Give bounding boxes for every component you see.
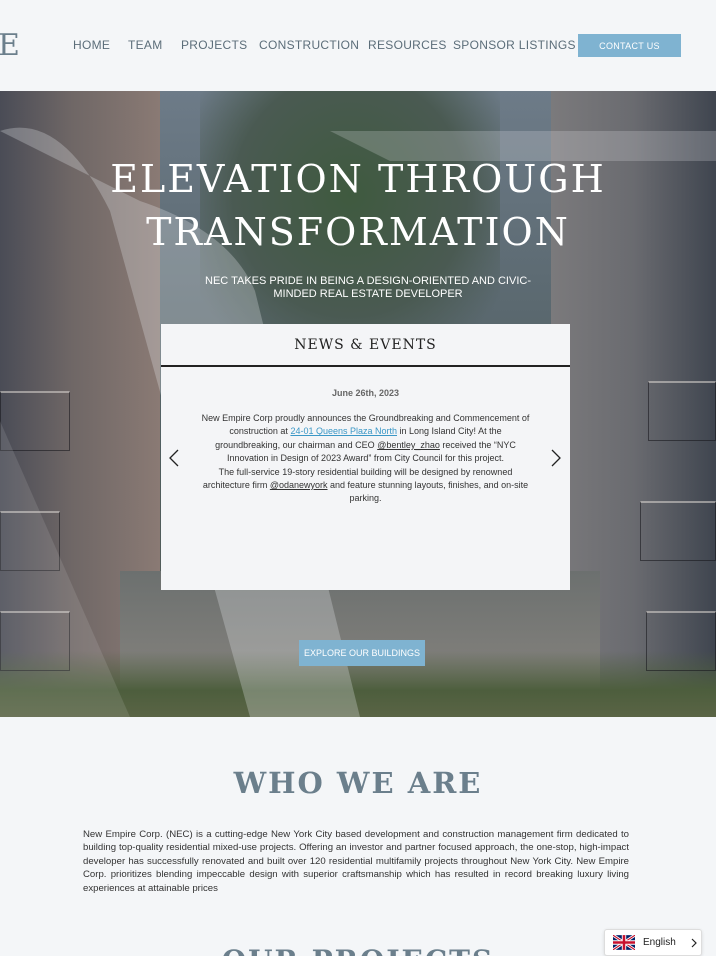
chevron-left-icon[interactable] <box>166 449 182 467</box>
hero-subtitle: NEC TAKES PRIDE IN BEING A DESIGN-ORIENT… <box>205 275 531 300</box>
nav-construction[interactable]: CONSTRUCTION <box>259 38 359 52</box>
language-selector[interactable]: English <box>604 929 702 956</box>
hero-title-line-1: ELEVATION THROUGH <box>110 157 606 201</box>
who-we-are-title: WHO WE ARE <box>233 766 483 800</box>
nav-home[interactable]: HOME <box>73 38 110 52</box>
language-label: English <box>643 937 676 948</box>
hero-title: ELEVATION THROUGH TRANSFORMATION <box>0 153 716 259</box>
nav-projects[interactable]: PROJECTS <box>181 38 247 52</box>
uk-flag-icon <box>613 935 635 950</box>
explore-buildings-button[interactable]: EXPLORE OUR BUILDINGS <box>299 640 425 666</box>
who-we-are-text: New Empire Corp. (NEC) is a cutting-edge… <box>83 829 629 894</box>
contact-us-button[interactable]: CONTACT US <box>578 34 681 57</box>
nav-resources[interactable]: RESOURCES <box>368 38 447 52</box>
nav-sponsor-listings[interactable]: SPONSOR LISTINGS <box>453 38 576 52</box>
news-body: New Empire Corp proudly announces the Gr… <box>197 412 534 506</box>
site-header: E HOME TEAM PROJECTS CONSTRUCTION RESOUR… <box>0 0 716 91</box>
hero-section: ELEVATION THROUGH TRANSFORMATION NEC TAK… <box>0 91 716 717</box>
ceo-handle-link[interactable]: @bentley_zhao <box>377 440 440 450</box>
news-events-card: NEWS & EVENTS June 26th, 2023 New Empire… <box>161 324 570 590</box>
news-text: and feature stunning layouts, finishes, … <box>327 480 529 504</box>
hero-title-line-2: TRANSFORMATION <box>146 210 570 254</box>
chevron-right-icon[interactable] <box>548 449 564 467</box>
news-events-heading: NEWS & EVENTS <box>161 324 570 367</box>
chevron-right-icon <box>691 938 697 947</box>
news-date: June 26th, 2023 <box>331 388 400 398</box>
queens-plaza-link[interactable]: 24-01 Queens Plaza North <box>290 426 397 436</box>
nav-team[interactable]: TEAM <box>128 38 163 52</box>
architect-handle-link[interactable]: @odanewyork <box>270 480 328 490</box>
